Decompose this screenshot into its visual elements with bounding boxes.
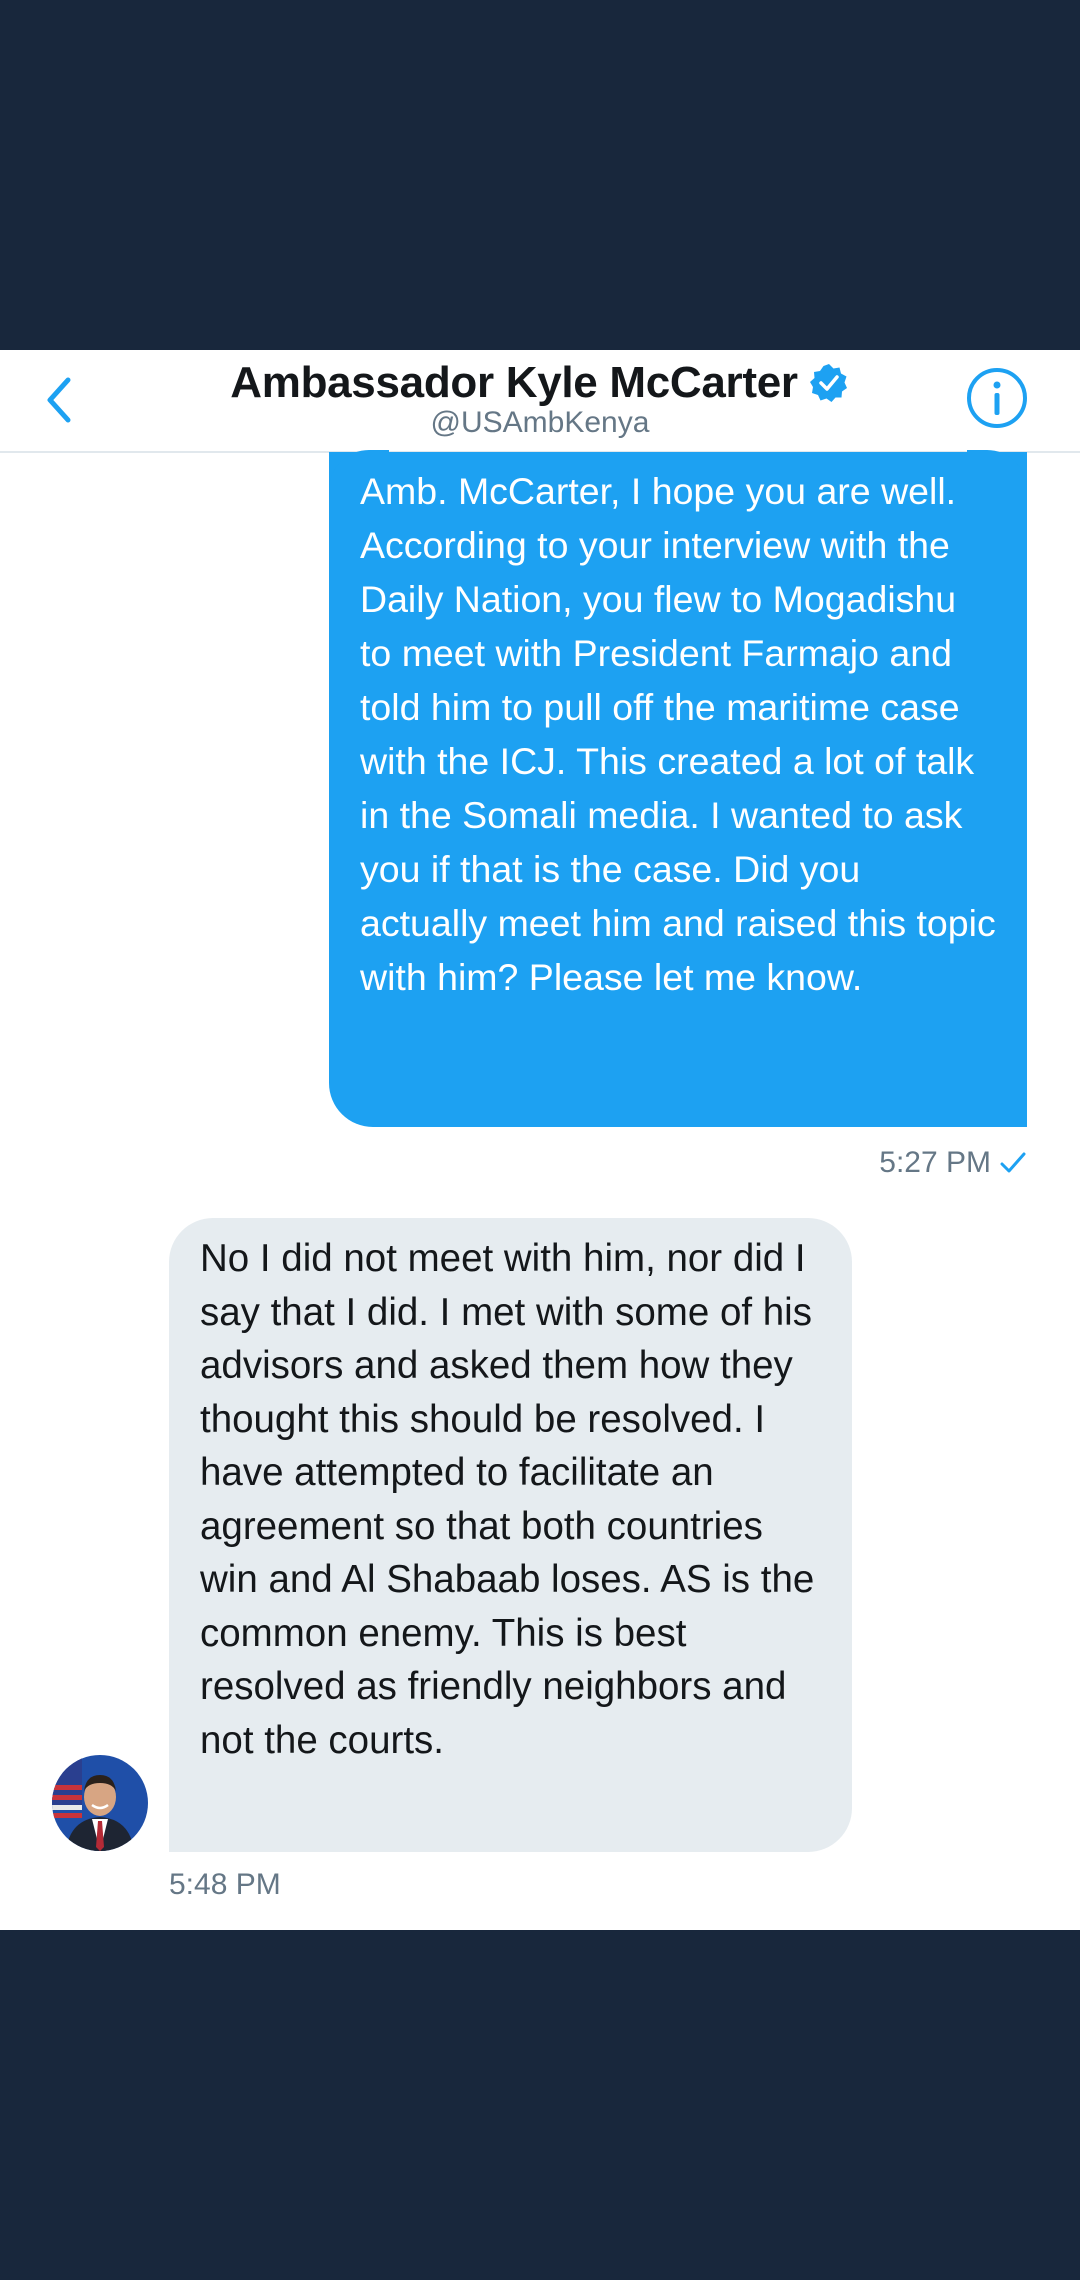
page-title: Ambassador Kyle McCarter [230,358,798,407]
incoming-message-bubble[interactable]: No I did not meet with him, nor did I sa… [169,1218,852,1852]
avatar-photo [52,1755,148,1851]
outgoing-message-meta: 5:27 PM [879,1146,1027,1180]
outgoing-message-text: Amb. McCarter, I hope you are well. Acco… [360,470,996,998]
avatar[interactable] [52,1755,148,1851]
conversation-header: Ambassador Kyle McCarter @USAmbKenya [0,350,1080,453]
info-icon [967,368,1027,428]
incoming-message-text: No I did not meet with him, nor did I sa… [200,1237,815,1762]
checkmark-icon [1000,1152,1026,1173]
verified-badge-icon [809,364,847,402]
info-button[interactable] [964,365,1030,431]
outgoing-message-bubble[interactable]: Amb. McCarter, I hope you are well. Acco… [329,450,1027,1127]
message-timestamp: 5:48 PM [169,1868,281,1901]
message-timestamp: 5:27 PM [879,1146,991,1179]
dm-conversation-screen: Ambassador Kyle McCarter @USAmbKenya Amb… [0,350,1080,1930]
user-handle: @USAmbKenya [430,406,650,439]
